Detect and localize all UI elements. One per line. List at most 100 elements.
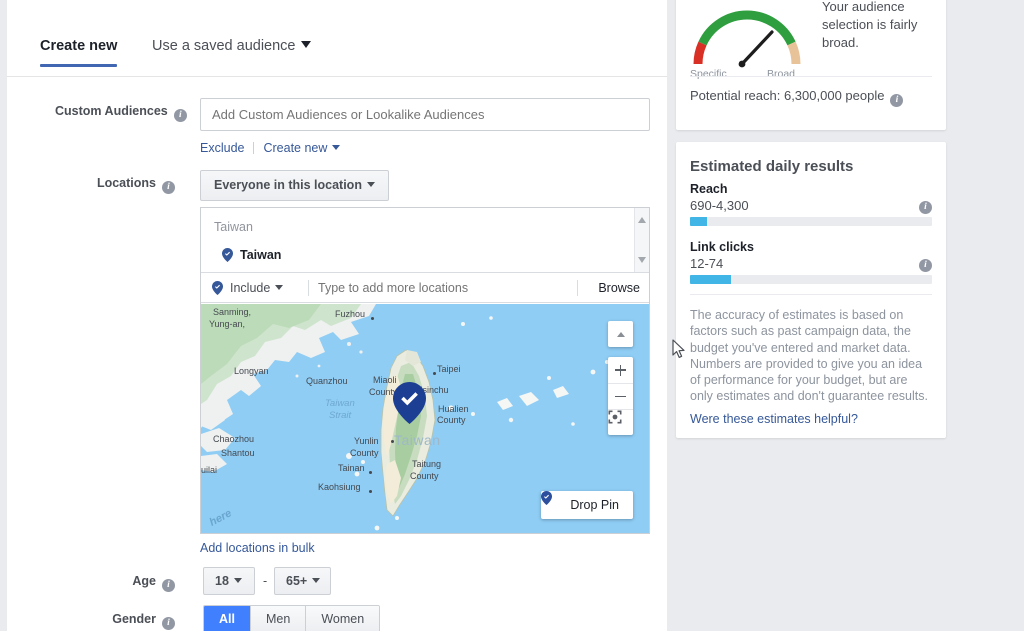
gender-label: Genderi [55,612,175,630]
location-map[interactable]: Sanming,Yung-an,FuzhouLongyanQuanzhouMia… [201,304,649,533]
metric-reach-name: Reach [690,182,932,196]
audience-definition-card: Specific Broad Your audience selection i… [676,0,946,130]
tab-use-saved-audience[interactable]: Use a saved audience [152,38,311,54]
map-dot [433,372,436,375]
locations-list-title: Taiwan [214,220,253,234]
audience-definition-message: Your audience selection is fairly broad. [822,0,934,52]
tab-active-underline [40,64,117,67]
chevron-down-icon [275,285,283,290]
location-scope-dropdown[interactable]: Everyone in this location [200,170,389,201]
locations-scrollbar[interactable] [634,208,649,272]
gender-option-all[interactable]: All [204,606,251,631]
add-locations-bulk-link[interactable]: Add locations in bulk [200,541,315,555]
estimates-helpful-link[interactable]: Were these estimates helpful? [690,412,858,426]
info-icon[interactable]: i [174,109,187,122]
include-label: Include [230,281,270,295]
metric-reach: Reach 690-4,300 i [690,182,932,226]
locations-label: Locations i [55,176,175,194]
info-icon[interactable]: i [919,201,932,214]
browse-divider [577,280,578,296]
locations-label-text: Locations [97,176,156,190]
potential-reach: Potential reach: 6,300,000 people i [690,88,903,107]
audience-tabs: Create new Use a saved audience [7,0,667,77]
selected-locations-list: Taiwan Taiwan [201,208,649,272]
location-pin-icon [552,498,563,512]
chevron-down-icon [332,145,340,150]
gender-label-text: Gender [112,612,156,626]
info-icon[interactable]: i [890,94,903,107]
left-edge-strip [0,0,7,631]
info-icon[interactable]: i [919,259,932,272]
custom-audiences-label-text: Custom Audiences [55,104,168,118]
map-zoom-controls [608,357,633,435]
audience-gauge: Specific Broad [684,6,810,82]
include-exclude-dropdown[interactable]: Include [212,273,283,303]
gauge-dial [684,6,810,68]
scroll-up-icon[interactable] [638,217,646,223]
age-max-dropdown[interactable]: 65+ [274,567,331,595]
location-include-row: Include Browse [201,272,649,303]
custom-audiences-label: Custom Audiencesi [55,104,175,122]
gender-option-women[interactable]: Women [306,606,379,631]
estimated-results-title: Estimated daily results [690,158,853,175]
chevron-down-icon [234,578,242,583]
mouse-cursor [672,339,686,359]
minus-icon [615,396,626,398]
tab-create-new-label: Create new [40,38,117,54]
compass-up-icon [608,321,633,347]
create-new-audience-link[interactable]: Create new [263,141,327,155]
zoom-out-button[interactable] [608,383,633,409]
metric-reach-value: 690-4,300 [690,198,932,213]
age-range-separator: - [263,574,267,588]
map-locate-button[interactable] [608,409,633,435]
age-min-value: 18 [215,574,229,588]
metric-link-clicks-bar [690,275,932,284]
scroll-down-icon[interactable] [638,257,646,263]
drop-pin-button[interactable]: Drop Pin [541,491,633,519]
location-search-input[interactable] [318,273,583,303]
chevron-down-icon [301,41,311,48]
drop-pin-label: Drop Pin [570,498,619,512]
potential-reach-value: 6,300,000 people [784,88,884,103]
include-divider [308,280,309,296]
info-icon[interactable]: i [162,579,175,592]
tab-create-new[interactable]: Create new [40,38,117,54]
metric-link-clicks: Link clicks 12-74 i [690,240,932,284]
browse-locations-button[interactable]: Browse [598,273,640,303]
gauge-label-broad: Broad [767,68,795,80]
age-label-text: Age [132,574,156,588]
locations-box: Taiwan Taiwan [200,207,650,534]
age-label: Agei [55,574,175,592]
audience-form-panel: Create new Use a saved audience Custom A… [7,0,667,631]
selected-location-pin-icon [393,382,426,424]
metric-link-clicks-name: Link clicks [690,240,932,254]
chevron-down-icon [312,578,320,583]
chevron-down-icon [367,182,375,187]
metric-reach-bar [690,217,932,226]
custom-audiences-input[interactable] [200,98,650,131]
exclude-link[interactable]: Exclude [200,141,244,155]
info-icon[interactable]: i [162,617,175,630]
custom-audiences-links: Exclude Create new [200,141,340,155]
locate-crosshair-icon [608,410,622,424]
age-min-dropdown[interactable]: 18 [203,567,255,595]
card-divider [690,76,932,77]
metric-link-clicks-value: 12-74 [690,256,932,271]
info-icon[interactable]: i [162,181,175,194]
potential-reach-label: Potential reach: [690,88,780,103]
metric-link-clicks-bar-fill [690,275,731,284]
metric-reach-bar-fill [690,217,707,226]
location-scope-value: Everyone in this location [214,178,362,192]
list-item-label: Taiwan [240,248,281,262]
map-dot [391,440,394,443]
estimated-daily-results-card: Estimated daily results Reach 690-4,300 … [676,142,946,438]
location-pin-icon [222,248,233,262]
map-dot [369,490,372,493]
list-item[interactable]: Taiwan [222,248,281,262]
map-compass-button[interactable] [608,321,633,347]
gauge-label-specific: Specific [690,68,727,80]
gender-option-men[interactable]: Men [251,606,306,631]
map-dot [369,471,372,474]
zoom-in-button[interactable] [608,357,633,383]
tab-saved-audience-label: Use a saved audience [152,38,296,54]
